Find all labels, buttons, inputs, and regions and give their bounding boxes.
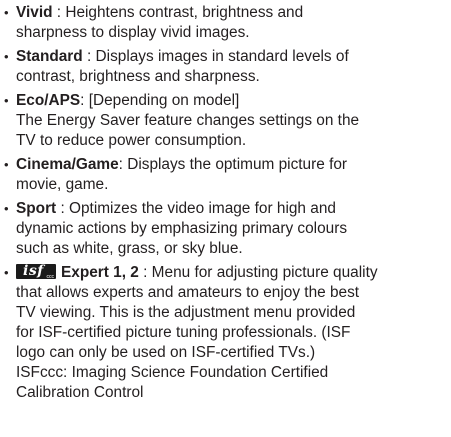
description-text: sharpness to display vivid images. [16, 24, 250, 41]
description-text: TV viewing. This is the adjustment menu … [16, 304, 356, 321]
item-first-line: Sport : Optimizes the video image for hi… [16, 199, 451, 219]
description-text: TV to reduce power consumption. [16, 132, 247, 149]
description-text: ISFccc: Imaging Science Foundation Certi… [16, 364, 329, 381]
bullet: • [4, 201, 9, 216]
list-item-vivid: • Vivid : Heightens contrast, brightness… [4, 3, 451, 43]
isf-logo-text: isf [23, 263, 44, 279]
term-sport: Sport [16, 200, 57, 217]
description-text: : Displays the optimum picture for [118, 156, 348, 173]
description-text: for ISF-certified picture tuning profess… [16, 324, 351, 341]
bullet: • [4, 157, 9, 172]
item-first-line: Vivid : Heightens contrast, brightness a… [16, 3, 451, 23]
description-text: that allows experts and amateurs to enjo… [16, 284, 360, 301]
term-vivid: Vivid [16, 4, 53, 21]
description-text: : [Depending on model] [80, 92, 240, 109]
bullet: • [4, 5, 9, 20]
description-text: : Menu for adjusting picture quality [138, 264, 378, 281]
item-first-line: Standard : Displays images in standard l… [16, 47, 451, 67]
list-item-sport: • Sport : Optimizes the video image for … [4, 199, 451, 259]
description-text: : Displays images in standard levels of [82, 48, 349, 65]
description-text: Calibration Control [16, 384, 144, 401]
item-first-line: Eco/APS: [Depending on model] [16, 91, 451, 111]
description-text: movie, game. [16, 176, 109, 193]
isf-logo-subtext: ccc [46, 274, 55, 280]
term-cinema-game: Cinema/Game [16, 156, 119, 173]
item-first-line: Cinema/Game: Displays the optimum pictur… [16, 155, 451, 175]
description-text: : Heightens contrast, brightness and [52, 4, 304, 21]
description-text: such as white, grass, or sky blue. [16, 240, 243, 257]
list-item-eco-aps: • Eco/APS: [Depending on model] The Ener… [4, 91, 451, 151]
isf-logo-icon: isf ccc [16, 263, 56, 280]
description-text: logo can only be used on ISF-certified T… [16, 344, 316, 361]
list-item-standard: • Standard : Displays images in standard… [4, 47, 451, 87]
description-text: : Optimizes the video image for high and [56, 200, 336, 217]
term-eco-aps: Eco/APS [16, 92, 81, 109]
term-standard: Standard [16, 48, 83, 65]
term-expert: Expert 1, 2 [61, 264, 139, 281]
list-item-expert: • isf ccc Expert 1, 2 : Menu for adjusting… [4, 263, 451, 403]
bullet: • [4, 93, 9, 108]
list-item-cinema-game: • Cinema/Game: Displays the optimum pict… [4, 155, 451, 195]
description-text: The Energy Saver feature changes setting… [16, 112, 360, 129]
description-text: dynamic actions by emphasizing primary c… [16, 220, 348, 237]
picture-mode-list: • Vivid : Heightens contrast, brightness… [0, 0, 451, 437]
description-text: contrast, brightness and sharpness. [16, 68, 260, 85]
bullet: • [4, 49, 9, 64]
bullet: • [4, 265, 9, 280]
item-first-line: isf ccc Expert 1, 2 : Menu for adjusting p… [16, 263, 451, 283]
